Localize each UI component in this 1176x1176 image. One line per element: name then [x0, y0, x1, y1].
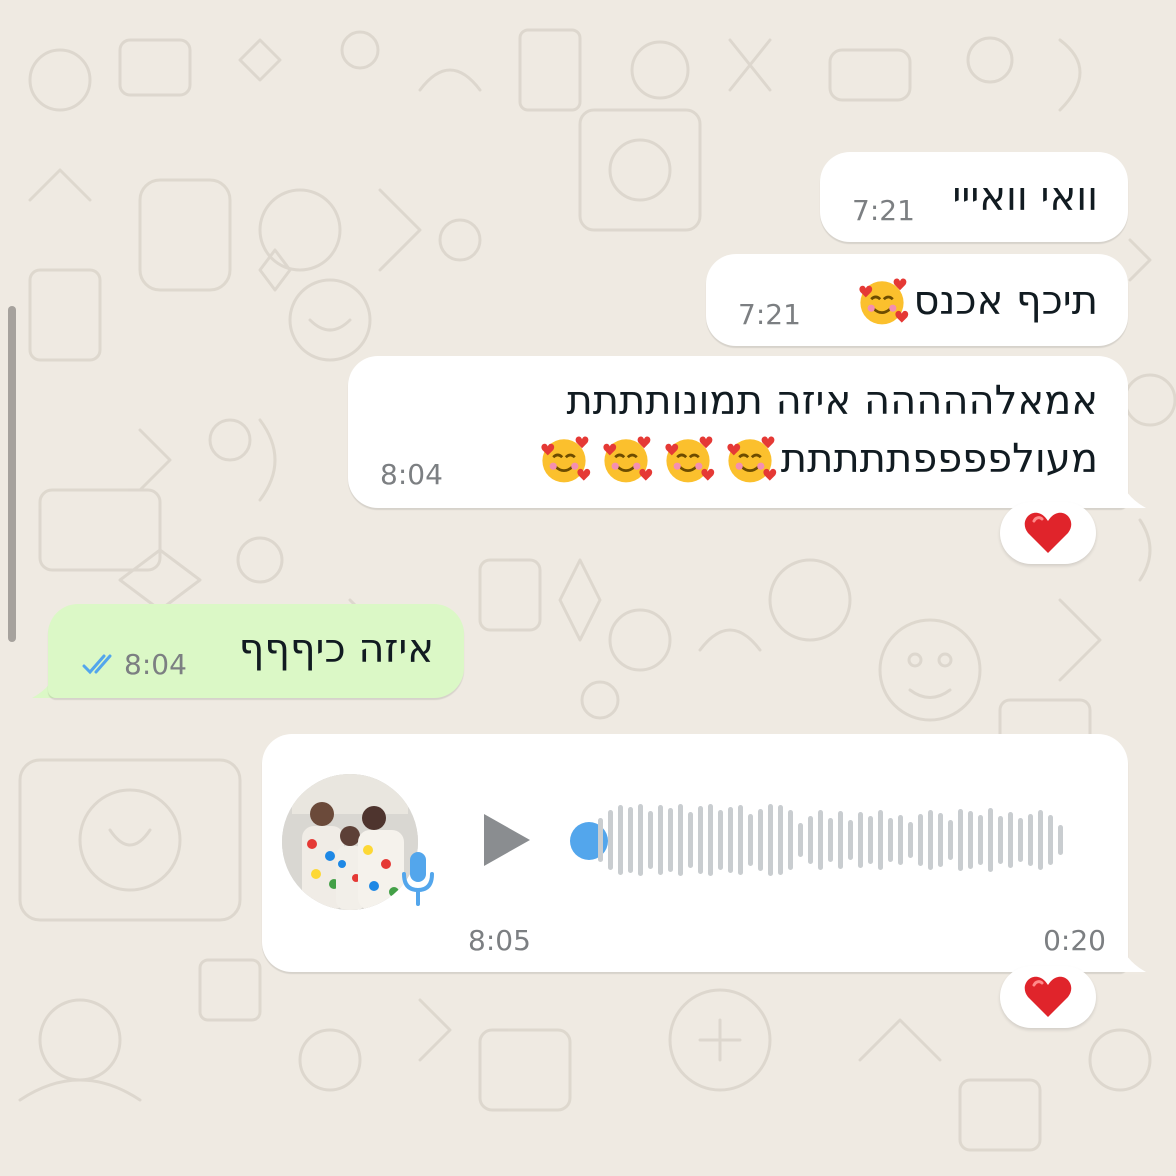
message-text-with-emoji: תיכף אכנס	[851, 272, 1098, 330]
voice-waveform[interactable]	[598, 800, 1063, 880]
message-bubble-incoming[interactable]: תיכף אכנס 7:21	[706, 254, 1128, 346]
waveform-bar	[828, 818, 833, 862]
play-icon[interactable]	[478, 810, 538, 870]
waveform-bar	[768, 804, 773, 876]
waveform-bar	[798, 823, 803, 857]
smiling-face-with-hearts-icon	[661, 432, 715, 486]
red-heart-icon	[1024, 512, 1072, 553]
waveform-bar	[868, 816, 873, 864]
message-text: מעולפפפפתתתתת	[780, 436, 1098, 482]
waveform-bar	[778, 805, 783, 875]
waveform-bar	[648, 811, 653, 869]
waveform-bar	[978, 815, 983, 865]
bubble-tail	[1110, 476, 1146, 508]
waveform-bar	[718, 810, 723, 870]
waveform-bar	[788, 810, 793, 870]
waveform-bar	[888, 818, 893, 862]
waveform-bar	[628, 807, 633, 873]
voice-message-bubble[interactable]: 8:05 0:20	[262, 734, 1128, 972]
scrollbar[interactable]	[8, 306, 16, 642]
waveform-bar	[1018, 818, 1023, 862]
waveform-bar	[1058, 825, 1063, 855]
voice-duration: 0:20	[1043, 924, 1106, 957]
waveform-bar	[738, 805, 743, 875]
waveform-bar	[688, 812, 693, 868]
waveform-bar	[818, 810, 823, 870]
message-text-line1: אמאלההההה איזה תמונותתתת	[566, 378, 1098, 424]
waveform-bar	[638, 804, 643, 876]
waveform-bar	[1048, 815, 1053, 865]
waveform-bar	[998, 816, 1003, 864]
waveform-bar	[968, 811, 973, 869]
waveform-bar	[1008, 812, 1013, 868]
waveform-bar	[678, 804, 683, 876]
bubble-tail	[1110, 940, 1146, 972]
message-text-line2: מעולפפפפתתתתת	[533, 430, 1098, 488]
message-time: 8:04	[380, 458, 443, 491]
message-time: 8:04	[124, 648, 187, 681]
waveform-bar	[958, 809, 963, 871]
message-time: 7:21	[738, 298, 801, 331]
waveform-bar	[838, 811, 843, 869]
waveform-bar	[858, 812, 863, 868]
waveform-bar	[728, 807, 733, 873]
smiling-face-with-hearts-icon	[537, 432, 591, 486]
message-text: וואי וואייי	[952, 174, 1098, 220]
reaction-badge[interactable]	[1000, 966, 1096, 1028]
red-heart-icon	[1024, 976, 1072, 1017]
waveform-bar	[698, 806, 703, 874]
message-text: תיכף אכנס	[913, 278, 1098, 324]
waveform-bar	[948, 820, 953, 860]
waveform-bar	[928, 810, 933, 870]
waveform-bar	[988, 808, 993, 872]
reaction-badge[interactable]	[1000, 502, 1096, 564]
waveform-bar	[608, 810, 613, 870]
message-bubble-outgoing[interactable]: איזה כיףףף 8:04	[48, 604, 464, 698]
waveform-bar	[658, 805, 663, 875]
microphone-icon	[402, 852, 434, 906]
smiling-face-with-hearts-icon	[723, 432, 777, 486]
waveform-bar	[918, 814, 923, 866]
waveform-bar	[748, 814, 753, 866]
waveform-bar	[908, 822, 913, 858]
waveform-bar	[808, 816, 813, 864]
waveform-bar	[898, 815, 903, 865]
smiling-face-with-hearts-icon	[855, 274, 909, 328]
message-time: 8:05	[468, 924, 531, 957]
waveform-bar	[1038, 810, 1043, 870]
waveform-bar	[938, 813, 943, 867]
waveform-bar	[758, 809, 763, 871]
message-time: 7:21	[852, 194, 915, 227]
message-text: איזה כיףףף	[238, 626, 434, 672]
waveform-bar	[598, 818, 603, 862]
waveform-bar	[668, 808, 673, 872]
message-bubble-incoming[interactable]: אמאלההההה איזה תמונותתתת מעולפפפפתתתתת 8…	[348, 356, 1128, 508]
waveform-bar	[878, 810, 883, 870]
smiling-face-with-hearts-icon	[599, 432, 653, 486]
waveform-bar	[848, 820, 853, 860]
message-bubble-incoming[interactable]: וואי וואייי 7:21	[820, 152, 1128, 242]
waveform-bar	[618, 805, 623, 875]
double-check-icon	[82, 654, 112, 675]
waveform-bar	[1028, 814, 1033, 866]
waveform-bar	[708, 804, 713, 876]
